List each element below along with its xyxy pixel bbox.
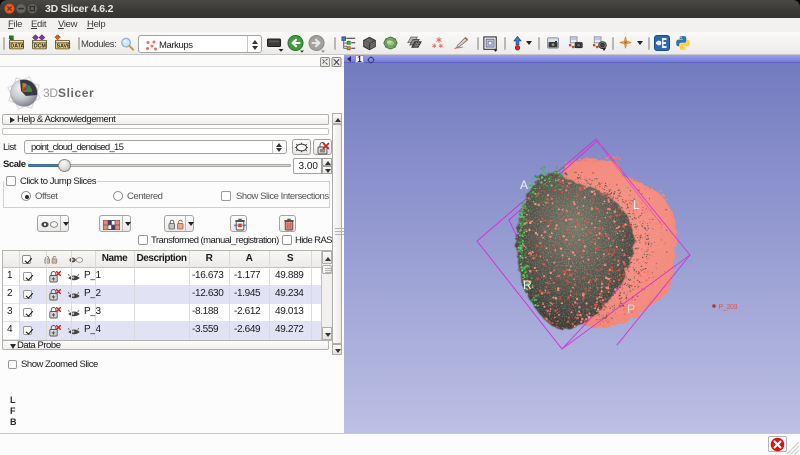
svg-text:SAVE: SAVE — [57, 44, 71, 50]
svg-text:P_203: P_203 — [719, 304, 738, 311]
svg-text:R: R — [523, 278, 532, 292]
svg-text:DCM: DCM — [34, 44, 47, 50]
svg-text:A: A — [520, 178, 528, 192]
svg-text:3D: 3D — [43, 86, 58, 100]
svg-text:Slicer: Slicer — [58, 86, 94, 100]
svg-text:L: L — [633, 198, 640, 212]
svg-text:DATA: DATA — [10, 44, 24, 50]
svg-text:P: P — [627, 302, 635, 316]
